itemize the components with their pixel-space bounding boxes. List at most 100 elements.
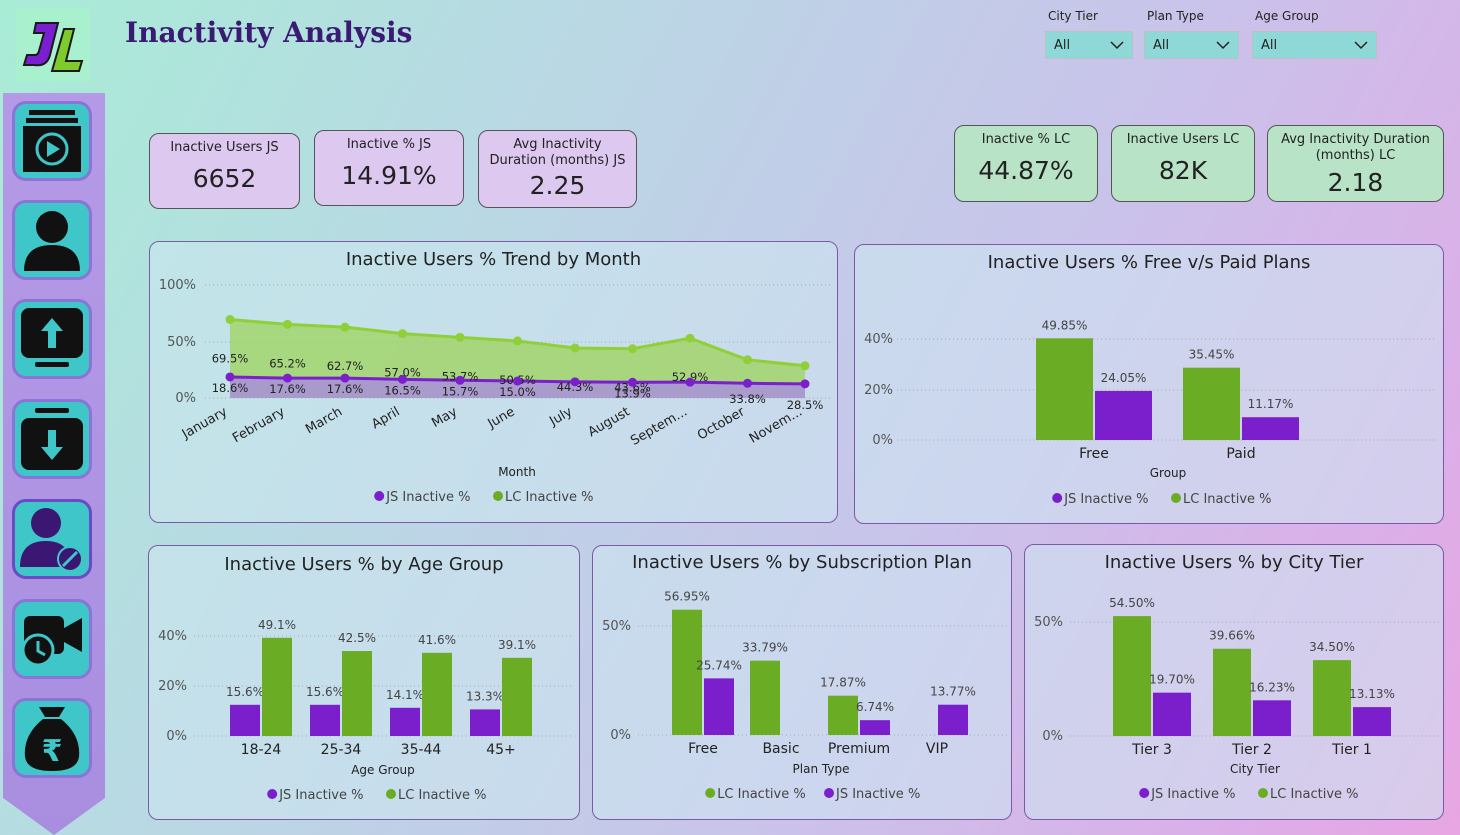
data-label: 14.1% [386, 688, 424, 702]
city-tier-label: City Tier [1048, 9, 1098, 23]
x-tick-label: Basic [762, 741, 799, 757]
bar [1153, 692, 1191, 736]
lc-point [455, 332, 465, 342]
legend-marker [493, 491, 503, 501]
bar [1095, 390, 1152, 440]
plan-type-dropdown[interactable]: All [1144, 31, 1239, 59]
x-tick-label: Free [688, 741, 718, 757]
x-tick-label: Septem... [628, 404, 690, 448]
age-chart: 40% 20% 0% 15.6% 49.1% 18-24 15.6% 42.5% 25-34 14… [158, 618, 574, 803]
x-tick-label: Free [1079, 446, 1109, 462]
chart-plans-panel: Inactive Users % Free v/s Paid Plans 40%… [854, 244, 1444, 524]
age-group-label: Age Group [1255, 9, 1319, 23]
kpi-avg-duration-lc: Avg Inactivity Duration (months) LC 2.18 [1267, 125, 1444, 202]
x-tick-label: January [179, 404, 230, 442]
data-label: 13.9% [614, 386, 651, 400]
x-tick-label: October [695, 404, 748, 443]
city-chart: 50% 0% 54.50% 19.70% Tier 3 39.66% 16.23% Tier … [1034, 596, 1440, 802]
js-point [685, 377, 695, 387]
jl-logo-icon [22, 22, 84, 72]
y-tick-label: 0% [872, 433, 893, 448]
x-tick-label: June [485, 404, 518, 432]
bar [860, 720, 890, 735]
data-label: 62.7% [327, 359, 364, 373]
data-label: 19.70% [1149, 673, 1195, 687]
legend-label: JS Inactive % [278, 788, 363, 803]
lc-point [743, 355, 752, 365]
data-label: 16.5% [384, 383, 421, 397]
y-tick-label: 50% [1034, 615, 1063, 630]
bar [262, 637, 292, 736]
legend-marker [386, 789, 396, 799]
y-tick-label: 50% [602, 619, 631, 634]
upload-icon [21, 308, 83, 367]
x-tick-label: Tier 3 [1131, 742, 1172, 758]
data-label: 15.0% [499, 385, 536, 399]
kpi-inactive-users-lc: Inactive Users LC 82K [1111, 125, 1255, 202]
legend-marker [705, 788, 716, 798]
data-label: 15.7% [442, 384, 479, 398]
y-tick-label: 0% [175, 391, 196, 406]
data-label: 17.6% [269, 382, 306, 396]
nav-upload-button[interactable] [12, 299, 92, 379]
legend-marker [267, 789, 278, 799]
x-axis-label: Group [1150, 466, 1187, 480]
bar [1213, 648, 1251, 736]
svg-text:₹: ₹ [42, 734, 63, 769]
legend-marker [1139, 788, 1150, 798]
download-icon [21, 408, 83, 470]
js-point [800, 379, 810, 389]
legend-label: JS Inactive % [1063, 492, 1148, 507]
kpi-avg-duration-js: Avg Inactivity Duration (months) JS 2.25 [478, 130, 637, 208]
y-tick-label: 50% [167, 335, 196, 350]
dashboard-icon [23, 110, 81, 172]
nav-download-button[interactable] [12, 399, 92, 479]
bar [422, 652, 452, 736]
x-tick-label: VIP [926, 741, 948, 757]
legend-marker [374, 491, 385, 501]
legend-label: LC Inactive % [398, 788, 487, 803]
kpi-label: Inactive Users JS [170, 140, 279, 155]
data-label: 65.2% [269, 356, 306, 370]
kpi-value: 44.87% [978, 156, 1074, 185]
age-group-dropdown[interactable]: All [1252, 31, 1377, 59]
city-tier-dropdown[interactable]: All [1045, 31, 1133, 59]
kpi-label: (months) LC [1315, 148, 1396, 163]
nav-video-button[interactable] [12, 599, 92, 679]
lc-point [800, 361, 810, 371]
data-label: 39.1% [498, 638, 536, 652]
y-tick-label: 0% [166, 729, 187, 744]
bar [750, 660, 780, 735]
nav-dashboard-button[interactable] [12, 101, 92, 181]
nav-revenue-button[interactable]: ₹ [12, 698, 92, 778]
x-tick-label: 25-34 [321, 742, 362, 758]
kpi-value: 82K [1158, 156, 1208, 185]
y-tick-label: 40% [864, 332, 893, 347]
y-tick-label: 0% [610, 728, 631, 743]
lc-point [628, 344, 637, 354]
x-axis-label: Plan Type [793, 762, 850, 776]
bar [390, 707, 420, 736]
sub-chart: 50% 0% 56.95% 25.74% Free 33.79% Basic 17.87% 6.… [602, 590, 1008, 802]
y-tick-label: 20% [158, 679, 187, 694]
plan-type-label: Plan Type [1147, 9, 1204, 23]
data-label: 41.6% [418, 633, 456, 647]
kpi-label: Inactive Users LC [1126, 132, 1240, 147]
city-tier-value: All [1054, 37, 1071, 53]
data-label: 42.5% [338, 631, 376, 645]
user-blocked-icon [20, 508, 83, 571]
nav-users-button[interactable] [12, 200, 92, 280]
data-label: 54.50% [1109, 596, 1155, 610]
x-tick-label: August [586, 404, 633, 440]
x-tick-label: Premium [828, 741, 890, 757]
chevron-down-icon [1216, 40, 1230, 49]
legend-marker [1258, 788, 1268, 798]
chevron-down-icon [1354, 40, 1368, 49]
legend-label: LC Inactive % [1183, 492, 1272, 507]
sidebar: ₹ [3, 93, 105, 835]
legend-label: LC Inactive % [717, 787, 806, 802]
nav-inactivity-button[interactable] [12, 499, 92, 579]
legend-marker [1171, 493, 1181, 503]
js-point [570, 377, 580, 387]
age-group-value: All [1261, 37, 1278, 53]
